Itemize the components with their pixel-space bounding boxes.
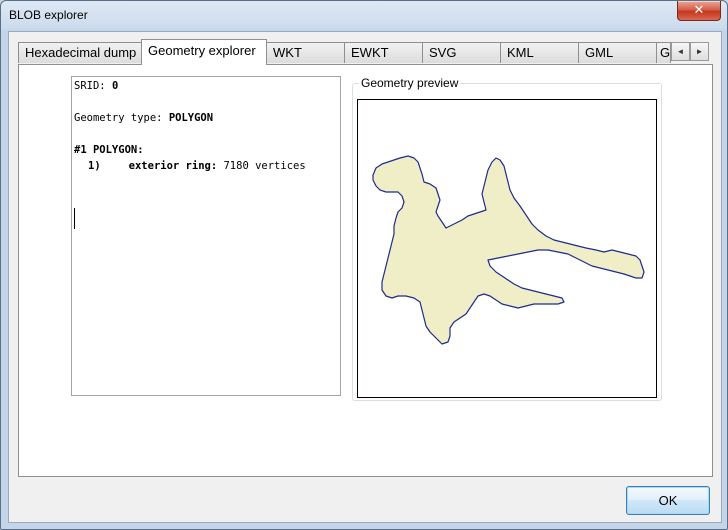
tab-label: G xyxy=(660,45,671,60)
close-icon: ✕ xyxy=(693,3,705,18)
ring-vertex-count: 7180 vertices xyxy=(223,160,306,172)
srid-line: SRID: 0 xyxy=(74,80,118,92)
close-button[interactable]: ✕ xyxy=(677,1,721,21)
polygon-preview-svg xyxy=(372,155,645,345)
tab-label: GML xyxy=(585,45,614,60)
tab-label: Hexadecimal dump xyxy=(25,45,137,60)
geometry-type-value: POLYGON xyxy=(168,112,214,124)
tab-svg[interactable]: SVG xyxy=(422,42,501,63)
tab-wkt[interactable]: WKT xyxy=(266,42,345,63)
ok-button-label: OK xyxy=(658,493,678,508)
tab-label: EWKT xyxy=(351,45,389,60)
geometry-preview-label: Geometry preview xyxy=(359,76,461,90)
geometry-preview-group: Geometry preview xyxy=(352,76,662,401)
ring-index: 1) xyxy=(88,160,101,172)
tab-label: KML xyxy=(507,45,534,60)
srid-value: 0 xyxy=(111,80,119,92)
dialog-client-area: Hexadecimal dump Geometry explorer WKT E… xyxy=(8,31,722,523)
tab-kml[interactable]: KML xyxy=(500,42,579,63)
tab-ewkt[interactable]: EWKT xyxy=(344,42,423,63)
title-bar[interactable]: BLOB explorer ✕ xyxy=(1,1,727,31)
chevron-right-icon: ► xyxy=(695,47,704,56)
ring-label: exterior ring: xyxy=(128,160,224,172)
tab-gml[interactable]: GML xyxy=(578,42,657,63)
ring-line: 1) exterior ring: 7180 vertices xyxy=(88,160,306,172)
chevron-left-icon: ◄ xyxy=(676,47,685,56)
tab-scroll-right-button[interactable]: ► xyxy=(690,42,709,61)
polygon-shape xyxy=(372,155,645,345)
tab-hexadecimal-dump[interactable]: Hexadecimal dump xyxy=(18,42,142,63)
ok-button[interactable]: OK xyxy=(626,486,710,515)
tab-label: SVG xyxy=(429,45,457,60)
window-title: BLOB explorer xyxy=(9,8,88,22)
tab-label: WKT xyxy=(273,45,302,60)
tab-strip: Hexadecimal dump Geometry explorer WKT E… xyxy=(18,39,718,65)
text-caret xyxy=(74,208,75,229)
geometry-preview-canvas xyxy=(357,99,657,398)
tab-geometry-explorer[interactable]: Geometry explorer xyxy=(141,39,267,65)
geometry-type-label: Geometry type: xyxy=(74,112,169,124)
item-header: #1 POLYGON: xyxy=(74,144,144,156)
geometry-info-textbox[interactable]: SRID: 0 Geometry type: POLYGON #1 POLYGO… xyxy=(71,76,341,396)
geometry-explorer-panel: SRID: 0 Geometry type: POLYGON #1 POLYGO… xyxy=(18,64,713,477)
tab-label: Geometry explorer xyxy=(148,43,256,58)
srid-label: SRID: xyxy=(74,80,112,92)
blob-explorer-window: BLOB explorer ✕ Hexadecimal dump Geometr… xyxy=(0,0,728,530)
geometry-type-line: Geometry type: POLYGON xyxy=(74,112,213,124)
tab-geojson-partial[interactable]: G xyxy=(656,42,671,63)
tab-scroll-left-button[interactable]: ◄ xyxy=(671,42,690,61)
